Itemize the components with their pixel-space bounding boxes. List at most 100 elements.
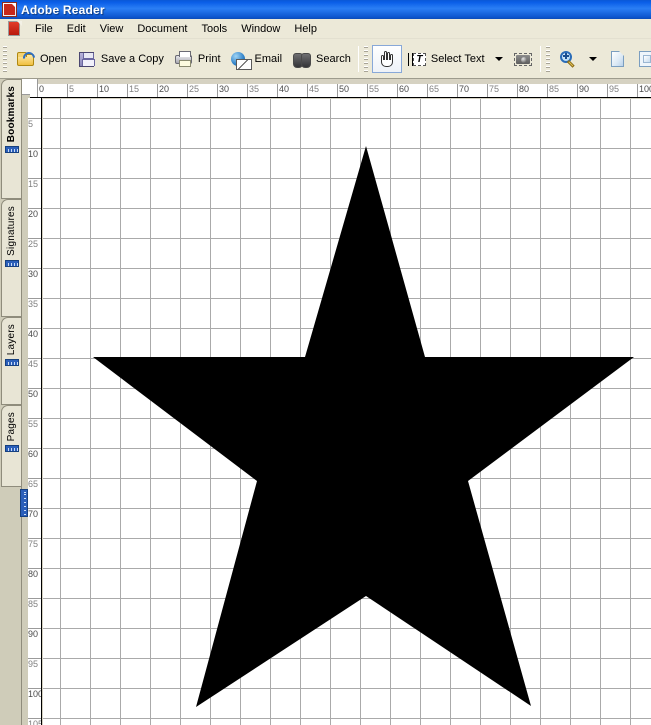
binoculars-icon [292,50,312,68]
toolbar-grip-icon[interactable] [545,45,550,72]
search-button[interactable]: Search [287,45,356,73]
ruler-tick-label: 50 [28,389,39,399]
single-page-icon [607,50,627,68]
ruler-tick-label: 85 [549,84,560,94]
zoom-in-button[interactable] [554,45,584,73]
sidebar-item-signatures[interactable]: Signatures [1,199,21,317]
ruler-tick-label: 15 [28,179,39,189]
bookmarks-tab-grip-icon [4,146,19,154]
zoom-dropdown-chevron-down-icon[interactable] [588,56,597,61]
sidebar-item-label: Layers [6,324,17,356]
menu-item-edit[interactable]: Edit [60,21,93,37]
facing-pages-icon [637,50,651,68]
toolbar-grip-icon[interactable] [3,45,7,72]
pages-tab-grip-icon [4,445,19,453]
layers-tab-grip-icon [4,359,19,367]
ruler-tick-label: 5 [69,84,75,94]
ruler-tick-label: 60 [28,449,39,459]
menu-item-view[interactable]: View [93,21,131,37]
select-text-button-label: Select Text [430,52,485,65]
print-button-label: Print [197,52,221,65]
email-globe-icon [230,50,252,70]
email-button[interactable]: Email [226,45,288,73]
ruler-tick-label: 35 [249,84,260,94]
ruler-tick-label: 95 [609,84,620,94]
adobe-acrobat-logo-icon [6,20,23,37]
select-text-button[interactable]: T Select Text [402,45,490,73]
navigation-tab-strip: Bookmarks Signatures Layers Pages [0,79,22,725]
ruler-tick-label: 105 [28,719,42,725]
ruler-tick-label: 85 [28,599,39,609]
ruler-tick-label: 95 [28,659,39,669]
sidebar-item-pages[interactable]: Pages [1,405,21,487]
select-text-icon: T [407,50,427,68]
ruler-tick-label: 20 [159,84,170,94]
toolbar-separator [539,45,541,72]
ruler-tick-label: 80 [519,84,530,94]
floppy-disk-icon [77,50,97,68]
snapshot-button[interactable] [508,45,538,73]
toolbar-grip-icon[interactable] [363,45,368,72]
print-button[interactable]: Print [169,45,226,73]
window-title: Adobe Reader [21,2,105,17]
ruler-tick-label: 100 [639,84,651,94]
ruler-tick-label: 65 [429,84,440,94]
sidebar-item-label: Bookmarks [6,86,17,143]
sidebar-item-label: Pages [6,412,17,442]
ruler-tick-label: 45 [309,84,320,94]
ruler-tick-label: 60 [399,84,410,94]
select-text-dropdown-chevron-down-icon[interactable] [494,56,503,61]
ruler-tick-label: 100 [28,689,42,699]
pdf-document-icon [2,2,17,17]
ruler-tick-label: 0 [39,84,45,94]
ruler-tick-label: 75 [489,84,500,94]
email-button-label: Email [254,52,283,65]
hand-tool-icon [377,50,397,68]
search-button-label: Search [316,52,351,65]
title-bar: Adobe Reader [0,0,651,19]
document-canvas[interactable] [43,99,651,725]
ruler-tick-label: 55 [369,84,380,94]
horizontal-ruler[interactable]: 0 5 10 15 20 25 30 35 40 45 50 55 60 65 70 75 80 85 90 95 10… [30,84,651,98]
menu-item-file[interactable]: File [28,21,60,37]
sidebar-item-label: Signatures [6,206,17,256]
menu-item-document[interactable]: Document [130,21,194,37]
open-folder-icon [16,50,36,68]
printer-icon [174,50,194,68]
ruler-tick-label: 70 [459,84,470,94]
ruler-tick-label: 25 [28,239,39,249]
facing-pages-button[interactable] [632,45,651,73]
sidebar-item-layers[interactable]: Layers [1,317,21,405]
ruler-tick-label: 50 [339,84,350,94]
toolbar-separator [357,45,359,72]
zoom-in-magnifier-icon [559,50,579,68]
snapshot-camera-icon [513,50,533,68]
ruler-tick-label: 10 [28,149,39,159]
ruler-tick-label: 30 [219,84,230,94]
main-toolbar: Open Save a Copy Print Email Search T Se… [0,39,651,79]
ruler-tick-label: 25 [189,84,200,94]
ruler-tick-label: 0 [28,98,33,99]
ruler-tick-label: 65 [28,479,39,489]
menu-item-window[interactable]: Window [234,21,287,37]
ruler-tick-label: 80 [28,569,39,579]
sidebar-item-bookmarks[interactable]: Bookmarks [1,79,21,199]
single-page-button[interactable] [602,45,632,73]
menu-item-tools[interactable]: Tools [195,21,235,37]
open-button[interactable]: Open [11,45,72,73]
ruler-tick-label: 40 [28,329,39,339]
menu-item-help[interactable]: Help [287,21,324,37]
ruler-tick-label: 5 [28,119,34,129]
vertical-ruler[interactable]: 0 5 10 15 20 25 30 35 40 45 50 55 60 65 70 75 80 85 90 95 10… [28,98,42,725]
open-button-label: Open [40,52,67,65]
ruler-tick-label: 45 [28,359,39,369]
ruler-tick-label: 35 [28,299,39,309]
splitter-grip-icon[interactable] [20,489,28,517]
ruler-tick-label: 90 [28,629,39,639]
star-shape-graphic [93,146,634,707]
save-a-copy-button[interactable]: Save a Copy [72,45,169,73]
ruler-tick-label: 15 [129,84,140,94]
hand-tool-button[interactable] [371,44,402,73]
ruler-tick-label: 10 [99,84,110,94]
ruler-tick-label: 70 [28,509,39,519]
